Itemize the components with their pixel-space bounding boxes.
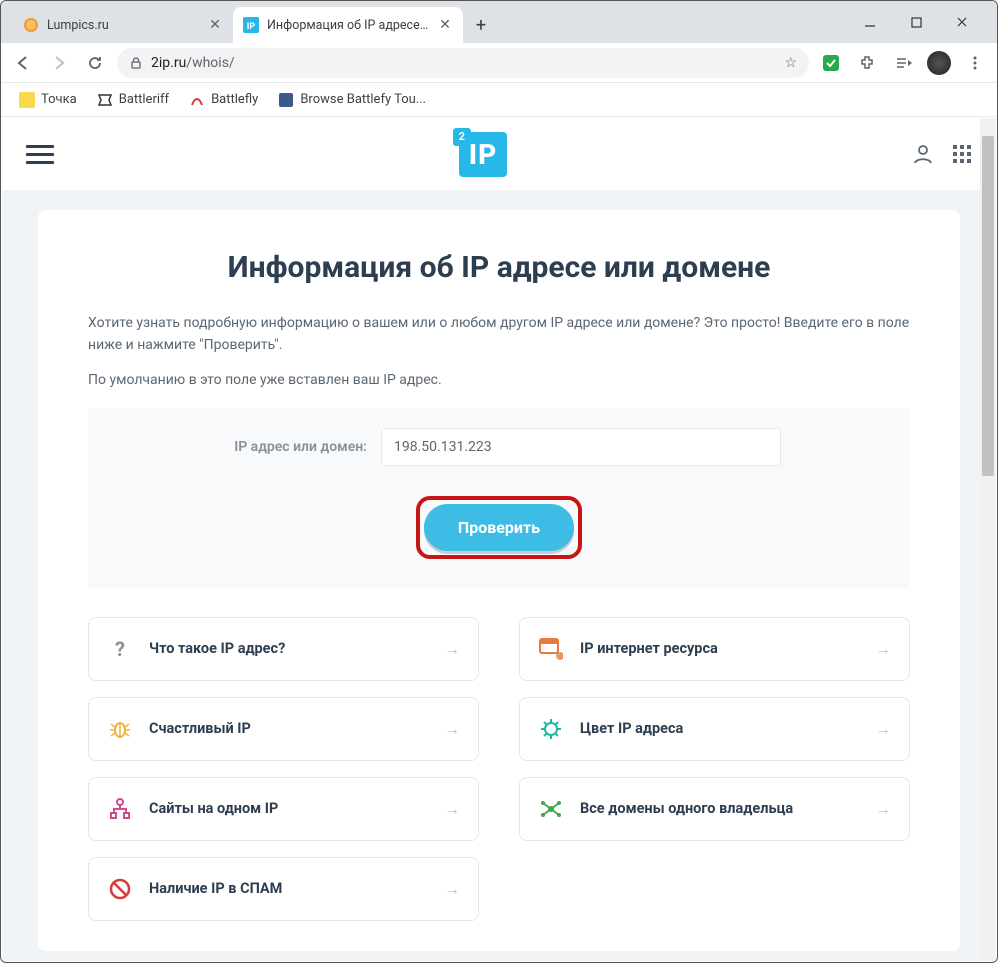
arrow-right-icon: → <box>444 879 460 899</box>
hamburger-menu[interactable] <box>26 145 54 164</box>
minimize-button[interactable] <box>855 7 885 37</box>
scrollbar[interactable] <box>980 118 996 961</box>
profile-avatar[interactable] <box>925 49 953 77</box>
url-path: /whois/ <box>186 55 234 71</box>
toolbar: 2ip.ru/whois/ ☆ <box>1 43 997 83</box>
link-card[interactable]: Сайты на одном IP → <box>88 777 479 841</box>
bookmark-battleriff[interactable]: Battleriff <box>89 88 177 112</box>
arrow-right-icon: → <box>875 639 891 659</box>
bug-icon <box>107 716 133 742</box>
extensions-button[interactable] <box>853 49 881 77</box>
lookup-form: IP адрес или домен: Проверить <box>88 408 910 589</box>
site-header: 2 IP <box>2 118 996 190</box>
media-button[interactable] <box>889 49 917 77</box>
bookmark-icon <box>97 92 113 108</box>
favicon-2ip: IP <box>243 17 259 33</box>
tab-strip: Lumpics.ru ✕ IP Информация об IP адресе … <box>13 7 855 43</box>
window-icon <box>538 636 564 662</box>
url-host: 2ip.ru <box>151 55 186 71</box>
bookmark-label: Battleriff <box>119 92 169 107</box>
arrow-right-icon: → <box>444 719 460 739</box>
link-label: Что такое IP адрес? <box>149 640 428 658</box>
header-right <box>912 143 972 165</box>
tab-title: Lumpics.ru <box>47 18 199 33</box>
address-bar[interactable]: 2ip.ru/whois/ ☆ <box>117 48 809 78</box>
page-title: Информация об IP адресе или домене <box>88 250 910 285</box>
arrow-right-icon: → <box>875 719 891 739</box>
svg-text:?: ? <box>115 638 125 660</box>
arrow-right-icon: → <box>444 799 460 819</box>
ban-icon <box>107 876 133 902</box>
check-button[interactable]: Проверить <box>424 504 574 551</box>
link-card[interactable]: Цвет IP адреса → <box>519 697 910 761</box>
scroll-thumb[interactable] <box>982 136 994 476</box>
related-links: ?Что такое IP адрес?→IP интернет ресурса… <box>88 617 910 921</box>
link-label: IP интернет ресурса <box>580 640 859 658</box>
titlebar: Lumpics.ru ✕ IP Информация об IP адресе … <box>1 1 997 43</box>
net-icon <box>538 796 564 822</box>
bookmark-label: Точка <box>41 92 77 107</box>
bookmark-icon <box>19 92 35 108</box>
tab-2ip[interactable]: IP Информация об IP адресе или ✕ <box>233 7 463 43</box>
tree-icon <box>107 796 133 822</box>
bookmark-battlefy[interactable]: Browse Battlefy Tou... <box>270 88 434 112</box>
browser-window: Lumpics.ru ✕ IP Информация об IP адресе … <box>0 0 998 963</box>
favicon-lumpics <box>23 17 39 33</box>
apps-grid-icon[interactable] <box>952 144 972 164</box>
bookmark-icon <box>189 92 205 108</box>
bookmark-tochka[interactable]: Точка <box>11 88 85 112</box>
link-card[interactable]: Наличие IP в СПАМ → <box>88 857 479 921</box>
arrow-right-icon: → <box>875 799 891 819</box>
tab-lumpics[interactable]: Lumpics.ru ✕ <box>13 7 233 43</box>
link-label: Счастливый IP <box>149 720 428 738</box>
arrow-right-icon: → <box>444 639 460 659</box>
extension-adguard[interactable] <box>817 49 845 77</box>
user-icon[interactable] <box>912 143 934 165</box>
menu-button[interactable] <box>961 49 989 77</box>
description-2: По умолчанию в это поле уже вставлен ваш… <box>88 370 910 392</box>
bookmark-label: Battlefly <box>211 92 258 107</box>
logo-sup: 2 <box>453 128 471 146</box>
bookmark-label: Browse Battlefy Tou... <box>300 92 426 107</box>
reload-button[interactable] <box>81 49 109 77</box>
link-card[interactable]: IP интернет ресурса → <box>519 617 910 681</box>
star-icon[interactable]: ☆ <box>784 55 797 71</box>
close-icon[interactable]: ✕ <box>207 17 223 33</box>
bookmark-battlefly[interactable]: Battlefly <box>181 88 266 112</box>
bookmarks-bar: Точка Battleriff Battlefly Browse Battle… <box>1 83 997 117</box>
svg-text:IP: IP <box>247 22 256 32</box>
form-row: IP адрес или домен: <box>118 428 880 466</box>
link-card[interactable]: ? Что такое IP адрес? → <box>88 617 479 681</box>
back-button[interactable] <box>9 49 37 77</box>
main-card: Информация об IP адресе или домене Хотит… <box>38 210 960 951</box>
submit-highlight: Проверить <box>416 496 582 559</box>
maximize-button[interactable] <box>901 7 931 37</box>
close-button[interactable] <box>947 7 977 37</box>
virus-icon <box>538 716 564 742</box>
lock-icon <box>129 56 143 70</box>
close-icon[interactable]: ✕ <box>437 17 453 33</box>
new-tab-button[interactable]: + <box>467 11 495 39</box>
description-1: Хотите узнать подробную информацию о ваш… <box>88 313 910 356</box>
link-label: Все домены одного владельца <box>580 800 859 818</box>
question-icon: ? <box>107 636 133 662</box>
link-card[interactable]: Все домены одного владельца → <box>519 777 910 841</box>
forward-button[interactable] <box>45 49 73 77</box>
link-card[interactable]: Счастливый IP → <box>88 697 479 761</box>
link-label: Цвет IP адреса <box>580 720 859 738</box>
page-content: 2 IP Информация об IP адресе или домене … <box>2 118 996 961</box>
input-label: IP адрес или домен: <box>217 438 367 457</box>
link-label: Сайты на одном IP <box>149 800 428 818</box>
site-logo[interactable]: 2 IP <box>459 132 507 177</box>
ip-input[interactable] <box>381 428 781 466</box>
window-controls <box>855 1 989 43</box>
content-area: Информация об IP адресе или домене Хотит… <box>2 190 996 961</box>
bookmark-icon <box>278 92 294 108</box>
tab-title: Информация об IP адресе или <box>267 18 429 33</box>
link-label: Наличие IP в СПАМ <box>149 880 428 898</box>
